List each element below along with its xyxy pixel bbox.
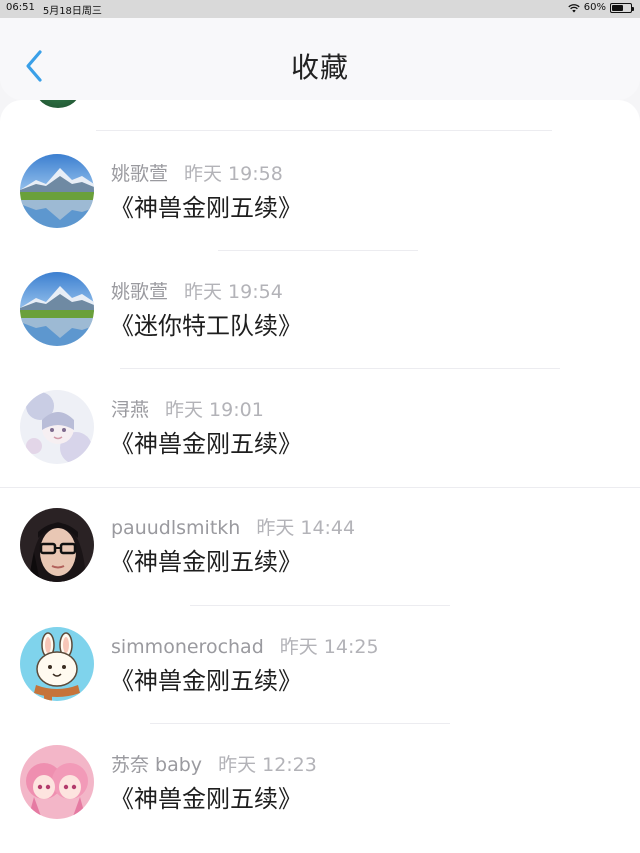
list-divider — [120, 368, 560, 369]
list-item[interactable]: 苏奈 baby 昨天 12:23 《神兽金刚五续》 — [0, 745, 640, 853]
user-avatar[interactable] — [20, 154, 94, 228]
item-message[interactable]: 《神兽金刚五续》 — [110, 661, 302, 696]
mountain-lake-avatar — [20, 154, 94, 228]
item-meta: simmonerochad 昨天 14:25 — [111, 632, 379, 659]
list-divider — [96, 130, 552, 131]
user-name[interactable]: 浔燕 — [111, 399, 149, 421]
partial-avatar — [36, 100, 80, 108]
item-time: 昨天 19:58 — [184, 163, 283, 185]
item-time: 昨天 12:23 — [218, 754, 317, 776]
user-avatar[interactable] — [20, 272, 94, 346]
anime-twins-pink-avatar — [20, 745, 94, 819]
status-bar-right: 60% — [568, 2, 634, 13]
woman-glasses-avatar — [20, 508, 94, 582]
list-item[interactable]: pauudlsmitkh 昨天 14:44 《神兽金刚五续》 — [0, 508, 640, 626]
user-name[interactable]: 苏奈 baby — [111, 754, 202, 776]
battery-icon — [610, 2, 634, 13]
user-name[interactable]: simmonerochad — [111, 636, 264, 658]
anime-girl-pastel-avatar — [20, 390, 94, 464]
status-date: 5月18日周三 — [42, 6, 102, 17]
list-item[interactable]: 姚歌萱 昨天 19:58 《神兽金刚五续》 — [0, 154, 640, 272]
status-bar-left: 06:51 5月18日周三 — [6, 2, 102, 17]
status-time: 06:51 — [6, 2, 35, 13]
list-divider — [190, 605, 450, 606]
item-meta: 苏奈 baby 昨天 12:23 — [111, 750, 317, 777]
item-meta: pauudlsmitkh 昨天 14:44 — [111, 513, 355, 540]
item-message[interactable]: 《神兽金刚五续》 — [110, 188, 302, 223]
user-name[interactable]: 姚歌萱 — [111, 281, 168, 303]
list-divider — [0, 487, 640, 488]
list-divider — [150, 723, 450, 724]
user-avatar[interactable] — [20, 745, 94, 819]
mountain-lake-avatar — [20, 272, 94, 346]
item-time: 昨天 19:01 — [165, 399, 264, 421]
item-message[interactable]: 《神兽金刚五续》 — [110, 779, 302, 814]
item-time: 昨天 14:44 — [256, 517, 356, 539]
item-message[interactable]: 《神兽金刚五续》 — [110, 542, 302, 577]
item-message[interactable]: 《迷你特工队续》 — [110, 306, 302, 341]
wifi-icon — [568, 3, 580, 12]
user-name[interactable]: 姚歌萱 — [111, 163, 168, 185]
status-bar: 06:51 5月18日周三 60% — [0, 0, 640, 18]
item-time: 昨天 19:54 — [184, 281, 283, 303]
list-item[interactable]: 浔燕 昨天 19:01 《神兽金刚五续》 — [0, 390, 640, 508]
list-divider — [218, 250, 418, 251]
battery-percent: 60% — [583, 2, 606, 13]
list-item[interactable]: 姚歌萱 昨天 19:54 《迷你特工队续》 — [0, 272, 640, 390]
user-name[interactable]: pauudlsmitkh — [111, 517, 240, 539]
nav-bar: 收藏 — [0, 18, 640, 100]
page-title: 收藏 — [290, 51, 349, 84]
item-meta: 浔燕 昨天 19:01 — [111, 395, 264, 422]
user-avatar[interactable] — [20, 390, 94, 464]
list-item[interactable]: simmonerochad 昨天 14:25 《神兽金刚五续》 — [0, 627, 640, 745]
user-avatar[interactable] — [20, 627, 94, 701]
cartoon-bunny-avatar — [20, 627, 94, 701]
item-meta: 姚歌萱 昨天 19:58 — [111, 159, 283, 186]
favorites-list: 姚歌萱 昨天 19:58 《神兽金刚五续》 姚歌萱 昨天 19:54 《迷你特工队续… — [0, 100, 640, 853]
battery-level — [612, 4, 623, 11]
user-avatar[interactable] — [20, 508, 94, 582]
item-time: 昨天 14:25 — [279, 636, 379, 658]
item-meta: 姚歌萱 昨天 19:54 — [111, 277, 283, 304]
item-message[interactable]: 《神兽金刚五续》 — [110, 424, 302, 459]
